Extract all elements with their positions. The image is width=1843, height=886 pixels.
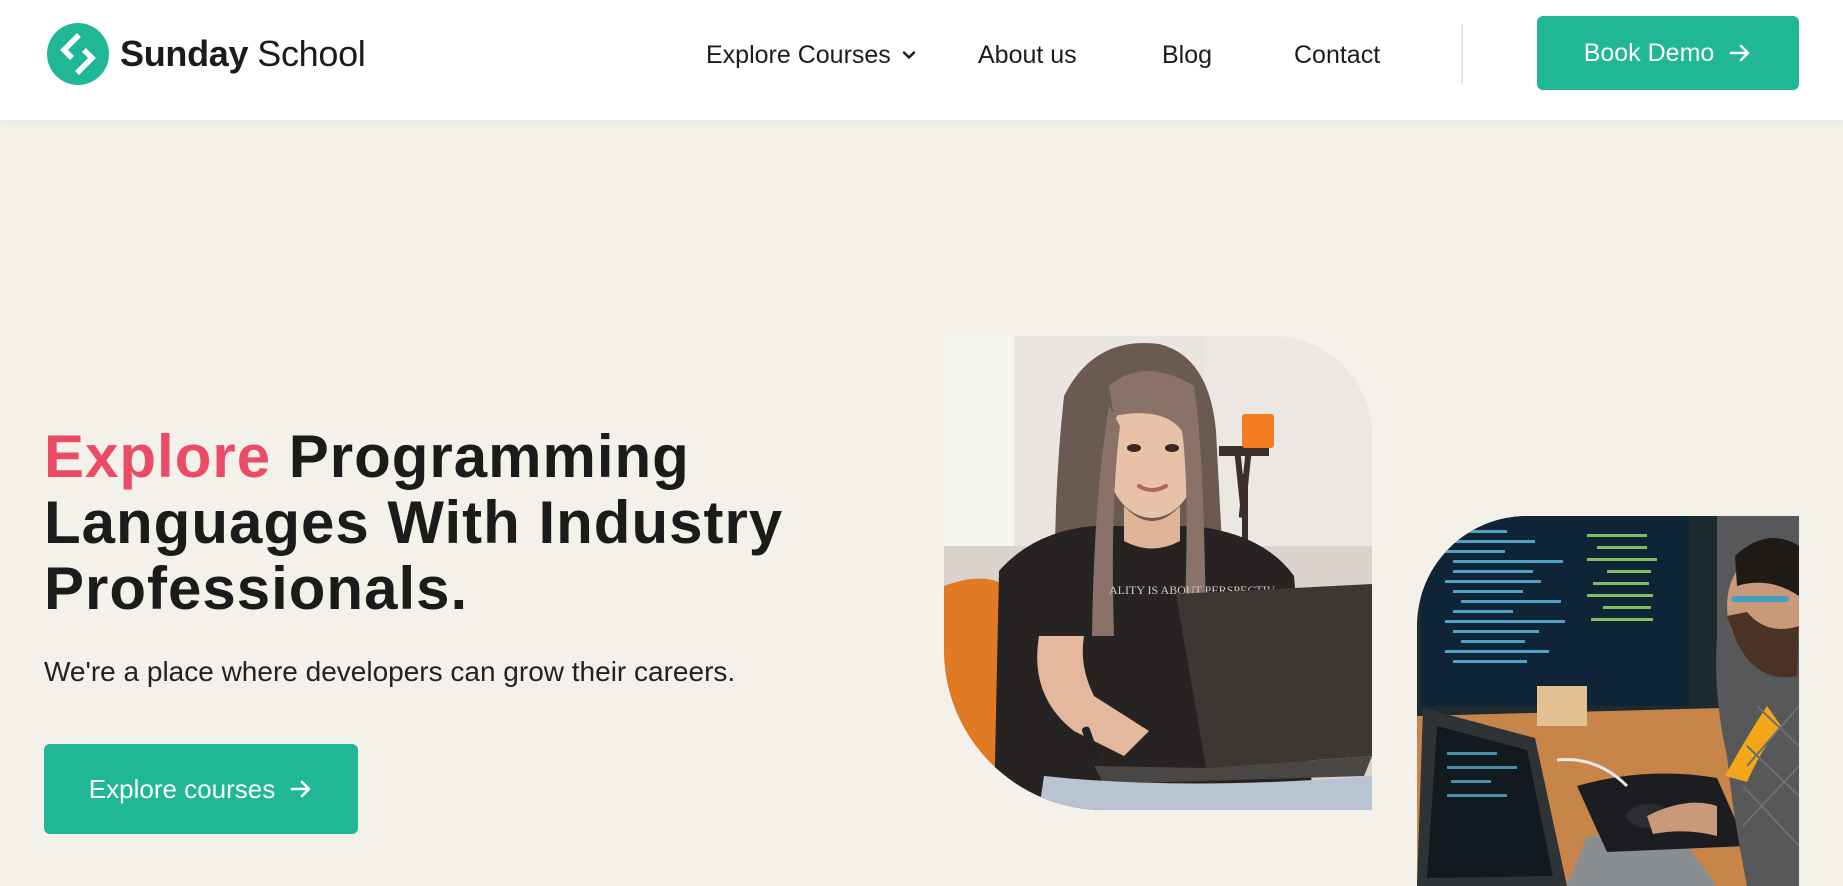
sunday-school-logo-icon [47,23,109,85]
hero-title: Explore Programming Languages With Indus… [44,424,864,622]
nav-divider [1461,24,1463,84]
explore-courses-label: Explore courses [88,773,276,804]
nav-blog[interactable]: Blog [1162,38,1212,72]
chevron-down-icon [902,51,916,59]
site-header: Sunday School Explore Courses About us Bl… [0,0,1843,120]
nav-about-us-label: About us [978,40,1077,69]
developer-coding-photo [1417,516,1799,886]
book-demo-button[interactable]: Book Demo [1537,16,1799,90]
nav-contact-label: Contact [1294,40,1381,69]
nav-blog-label: Blog [1162,40,1213,69]
logo-text-light: School [257,33,366,74]
nav-contact[interactable]: Contact [1294,38,1380,72]
arrow-right-icon [1730,44,1750,62]
logo-link[interactable]: Sunday School [46,22,366,86]
hero-title-accent: Explore [44,423,272,490]
book-demo-label: Book Demo [1583,38,1715,67]
hero-subtitle: We're a place where developers can grow … [44,656,736,687]
logo-text: Sunday School [120,33,366,75]
woman-with-laptop-photo: ALITY IS ABOUT PERSPECTIV [944,336,1372,810]
nav-about-us[interactable]: About us [978,38,1077,72]
explore-courses-button[interactable]: Explore courses [44,744,358,834]
nav-explore-courses-label: Explore Courses [706,40,891,69]
arrow-right-icon [290,780,311,798]
nav-explore-courses[interactable]: Explore Courses [706,38,917,72]
logo-text-bold: Sunday [120,33,249,74]
